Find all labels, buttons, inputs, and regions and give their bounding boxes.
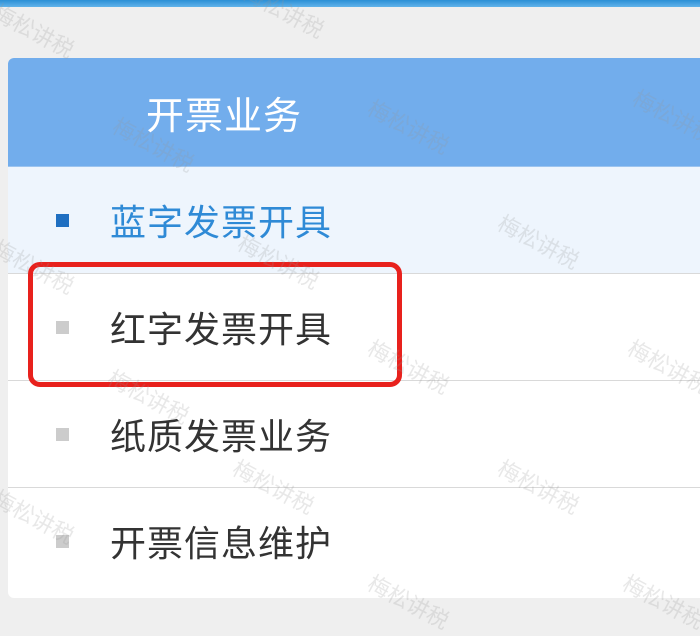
panel-header: 开票业务 — [8, 58, 700, 167]
bullet-square-icon — [56, 213, 69, 227]
top-blue-strip — [0, 0, 700, 7]
menu-item-red-invoice-issue[interactable]: 红字发票开具 — [8, 274, 700, 381]
menu-item-label: 红字发票开具 — [110, 310, 333, 351]
watermark: 梅松讲税 — [0, 0, 78, 64]
menu-item-invoice-info-maintenance[interactable]: 开票信息维护 — [8, 488, 700, 594]
invoice-menu-panel: 开票业务 蓝字发票开具 红字发票开具 纸质发票业务 开票信息维护 — [8, 58, 700, 598]
menu-item-label: 开票信息维护 — [110, 524, 333, 565]
menu-item-label: 蓝字发票开具 — [110, 203, 333, 244]
bullet-square-icon — [56, 534, 69, 548]
menu-item-label: 纸质发票业务 — [110, 417, 333, 458]
menu-item-paper-invoice[interactable]: 纸质发票业务 — [8, 381, 700, 488]
bullet-square-icon — [56, 427, 69, 441]
panel-title: 开票业务 — [146, 93, 303, 138]
menu-item-blue-invoice-issue[interactable]: 蓝字发票开具 — [8, 167, 700, 274]
bullet-square-icon — [56, 320, 69, 334]
